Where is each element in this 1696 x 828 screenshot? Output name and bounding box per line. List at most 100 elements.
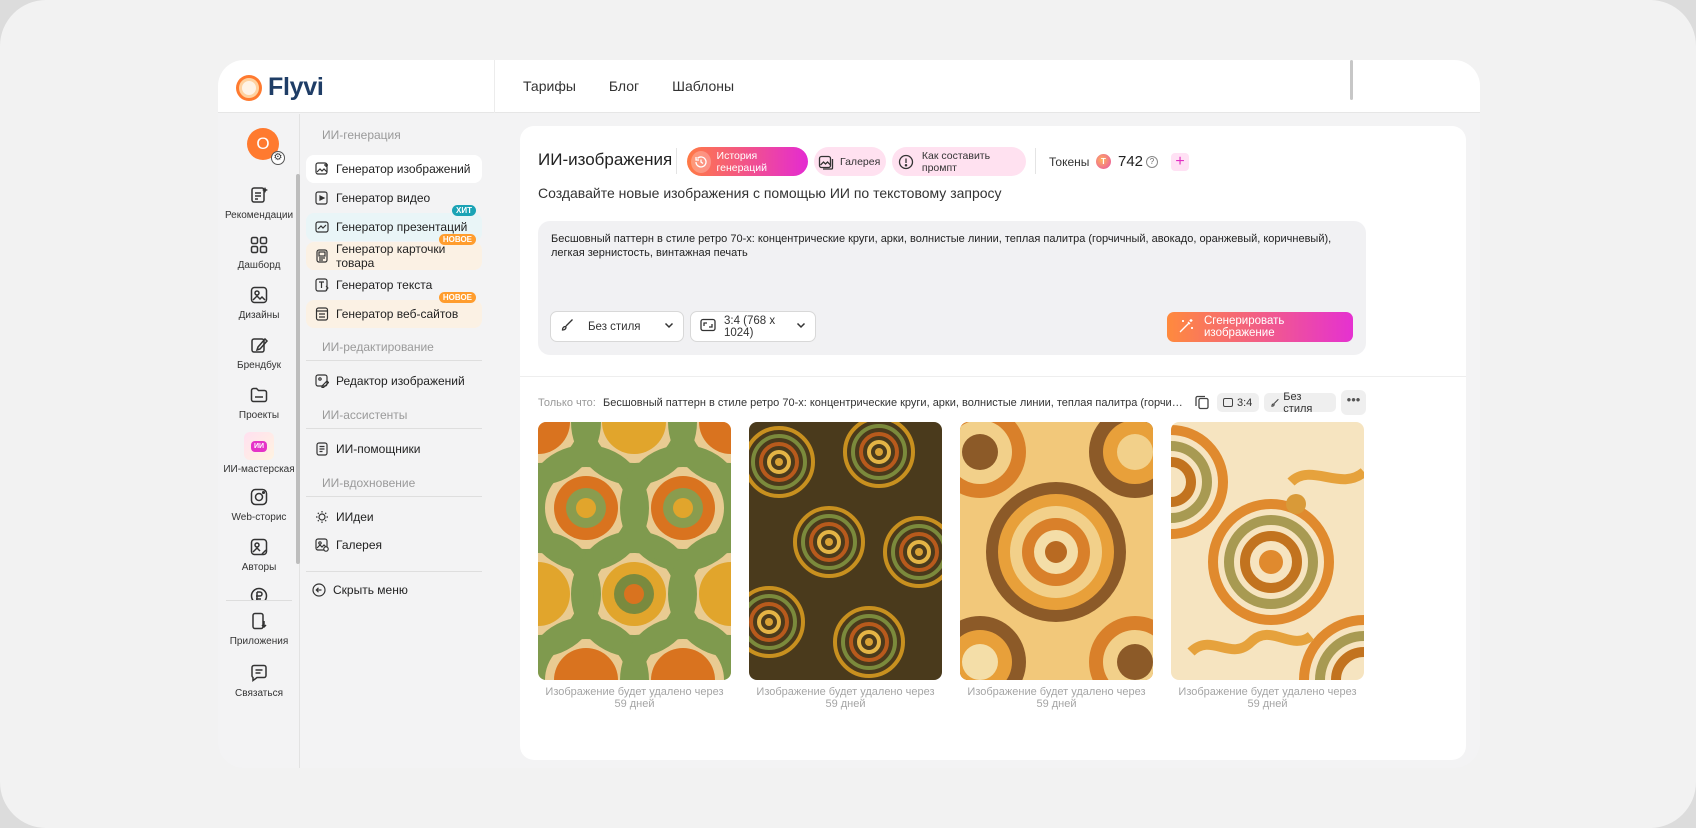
menu-item-label: Генератор изображений (336, 162, 471, 176)
prompt-input[interactable]: Бесшовный паттерн в стиле ретро 70-х: ко… (538, 221, 1366, 355)
website-generator-icon (315, 307, 329, 321)
rail-item-dashboard[interactable]: Дашборд (218, 234, 300, 271)
gallery-button[interactable]: Галерея (814, 147, 886, 176)
aspect-ratio-icon (700, 318, 716, 335)
header-divider (1035, 148, 1036, 174)
rail-item-projects[interactable]: Проекты (218, 384, 300, 421)
menu-item-website-generator[interactable]: Генератор веб-сайтов НОВОЕ (306, 292, 482, 328)
menu-item-label: ИИ-помощники (336, 442, 421, 456)
header-divider (676, 148, 677, 174)
logo-text: Flyvi (268, 73, 324, 101)
top-nav: Тарифы Блог Шаблоны (523, 78, 734, 94)
info-icon (896, 151, 916, 173)
menu-item-label: ИИдеи (336, 510, 374, 524)
aspect-ratio-value: 3:4 (768 x 1024) (724, 314, 776, 339)
menu-divider (306, 496, 482, 497)
nav-link-pricing[interactable]: Тарифы (523, 78, 576, 94)
more-options-button[interactable]: ••• (1341, 390, 1366, 415)
brush-icon (560, 318, 574, 335)
icon-rail: О ⚙ Рекомендации Дашборд Дизайны Брендбу… (218, 114, 300, 768)
history-icon (691, 150, 711, 173)
menu-item-product-card-generator[interactable]: Генератор карточки товара НОВОЕ (306, 234, 482, 270)
menu-item-gallery[interactable]: Галерея (306, 531, 482, 559)
nav-link-templates[interactable]: Шаблоны (672, 78, 734, 94)
menu-item-label: Генератор презентаций (336, 220, 468, 234)
rail-item-contact[interactable]: Связаться (218, 662, 300, 699)
nav-link-blog[interactable]: Блог (609, 78, 639, 94)
rail-item-designs[interactable]: Дизайны (218, 284, 300, 321)
history-button[interactable]: История генераций (687, 147, 808, 176)
brush-icon (1271, 398, 1279, 407)
designs-icon (248, 284, 270, 306)
generated-image[interactable] (960, 422, 1153, 680)
brandbook-icon (248, 334, 270, 356)
rail-item-partial[interactable] (218, 586, 300, 600)
hide-menu-label: Скрыть меню (333, 583, 408, 597)
recommendations-icon (248, 184, 270, 206)
menu-divider (306, 571, 482, 572)
rail-item-authors[interactable]: Авторы (218, 536, 300, 573)
chevron-down-icon (796, 320, 806, 333)
settings-gear-icon[interactable]: ⚙ (271, 151, 285, 165)
style-select[interactable]: Без стиля (550, 311, 684, 342)
generate-label: Сгенерировать изображение (1204, 315, 1285, 339)
generated-image[interactable] (749, 422, 942, 680)
rail-item-brandbook[interactable]: Брендбук (218, 334, 300, 371)
ruble-icon (248, 586, 270, 600)
page-subtitle: Создавайте новые изображения с помощью И… (538, 185, 1002, 201)
main-panel: ИИ-изображения История генераций Галерея… (520, 126, 1466, 760)
rail-label: Дашборд (237, 260, 281, 271)
authors-icon (248, 536, 270, 558)
menu-item-label: Генератор карточки товара (336, 242, 446, 270)
rail-label: Web-сторис (231, 512, 287, 523)
image-generator-icon (315, 162, 329, 176)
rail-item-ai-workshop[interactable]: ИИ ИИ-мастерская (218, 432, 300, 475)
rail-item-recommendations[interactable]: Рекомендации (218, 184, 300, 221)
section-divider (520, 376, 1466, 377)
menu-item-image-generator[interactable]: Генератор изображений (306, 155, 482, 183)
rail-scrollbar[interactable] (296, 174, 300, 564)
rail-label: Авторы (241, 562, 277, 573)
rail-label: Брендбук (237, 360, 281, 371)
add-tokens-button[interactable]: + (1171, 153, 1189, 171)
image-caption: Изображение будет удалено через 59 дней (1178, 686, 1357, 710)
aspect-ratio-select[interactable]: 3:4 (768 x 1024) (690, 311, 816, 342)
app-window: Flyvi Тарифы Блог Шаблоны О ⚙ Рекомендац… (218, 60, 1480, 768)
new-badge: НОВОЕ (438, 234, 476, 245)
rail-label: ИИ-мастерская (223, 464, 295, 475)
copy-icon[interactable] (1193, 393, 1211, 411)
generated-image[interactable] (1171, 422, 1364, 680)
text-generator-icon (315, 278, 329, 292)
web-stories-icon (248, 486, 270, 508)
menu-item-image-editor[interactable]: Редактор изображений (306, 367, 482, 395)
menu-section-title: ИИ-генерация (322, 128, 401, 142)
rail-item-apps[interactable]: Приложения (218, 610, 300, 647)
menu-item-label: Редактор изображений (336, 374, 465, 388)
aspect-ratio-icon (1223, 398, 1233, 407)
page-scrollbar[interactable] (1350, 60, 1353, 100)
logo[interactable]: Flyvi (236, 73, 324, 102)
generated-image[interactable] (538, 422, 731, 680)
prompt-text[interactable]: Бесшовный паттерн в стиле ретро 70-х: ко… (551, 232, 1351, 260)
how-to-prompt-button[interactable]: Как составить промпт (892, 147, 1026, 176)
generate-image-button[interactable]: Сгенерировать изображение (1167, 312, 1353, 342)
magic-wand-icon (1178, 318, 1194, 337)
ratio-tag-label: 3:4 (1237, 396, 1253, 409)
rail-label: Дизайны (238, 310, 280, 321)
hide-menu-button[interactable]: Скрыть меню (306, 576, 482, 604)
menu-item-label: Генератор веб-сайтов (336, 307, 459, 321)
help-icon[interactable]: ? (1146, 156, 1158, 168)
style-tag-label: Без стиля (1283, 390, 1313, 415)
rail-label: Приложения (229, 636, 289, 647)
how-to-prompt-label: Как составить промпт (921, 149, 991, 174)
menu-item-assistants[interactable]: ИИ-помощники (306, 435, 482, 463)
assistants-icon (315, 442, 329, 456)
menu-item-ideas[interactable]: ИИдеи (306, 503, 482, 531)
menu-item-label: Генератор текста (336, 278, 433, 292)
rail-divider (226, 600, 292, 601)
hit-badge: ХИТ (452, 205, 476, 216)
rail-label: Рекомендации (224, 210, 294, 221)
rail-item-web-stories[interactable]: Web-сторис (218, 486, 300, 523)
menu-divider (306, 428, 482, 429)
image-caption: Изображение будет удалено через 59 дней (967, 686, 1146, 710)
